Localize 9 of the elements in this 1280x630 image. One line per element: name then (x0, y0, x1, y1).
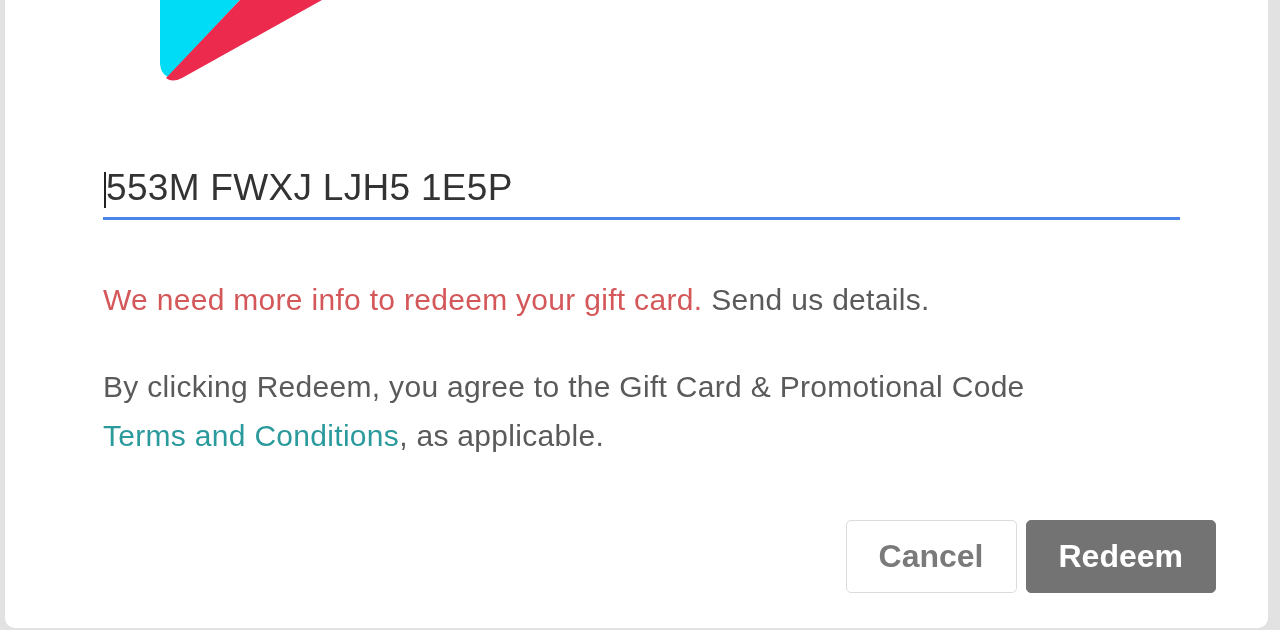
terms-link[interactable]: Terms and Conditions (103, 419, 400, 452)
terms-notice: By clicking Redeem, you agree to the Gift Card & Promotional Code Terms and Conditions, as applicable. (103, 369, 1026, 454)
redeem-button[interactable]: Redeem (1025, 520, 1216, 593)
cancel-button[interactable]: Cancel (845, 520, 1017, 593)
triangle-logo-icon (158, 0, 322, 82)
send-details-text: Send us details. (711, 282, 930, 318)
text-cursor-icon (104, 172, 106, 208)
error-message: We need more info to redeem your gift card. (103, 282, 703, 318)
gift-code-input[interactable]: 553M FWXJ LJH5 1E5P (103, 162, 1180, 220)
